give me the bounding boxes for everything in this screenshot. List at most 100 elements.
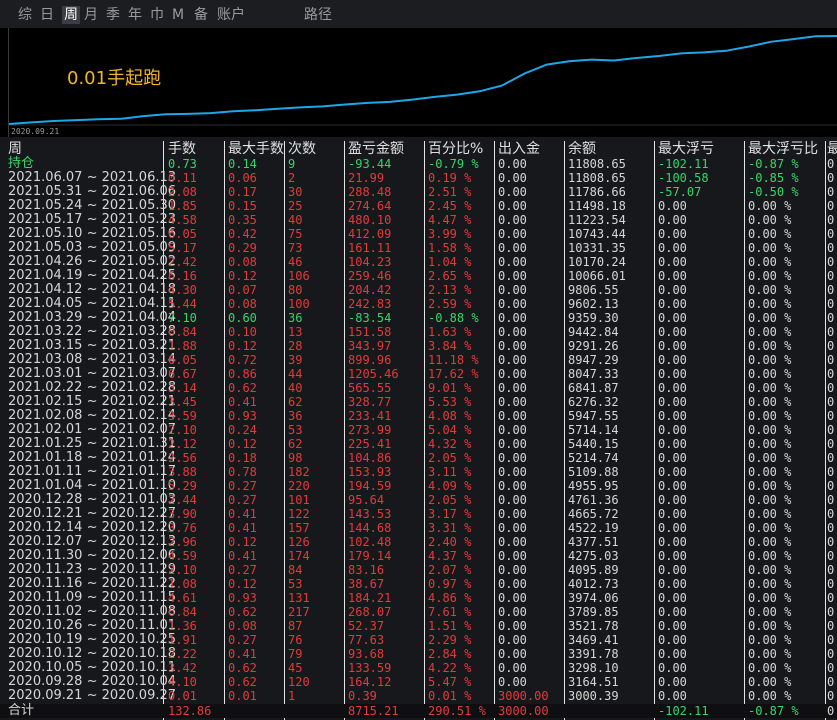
table-row[interactable]: 2021.03.01 ~ 2021.03.07 6.67 0.86 44 1205.46…: [0, 367, 837, 382]
tab-3[interactable]: 月: [84, 6, 98, 24]
column-header[interactable]: 百分比%: [428, 141, 483, 157]
table-row[interactable]: 2020.12.28 ~ 2021.01.03 2.44 0.27 101 95.64 2…: [0, 493, 837, 508]
table-row[interactable]: 2021.02.15 ~ 2021.02.21 3.45 0.41 62 328.77 5…: [0, 395, 837, 410]
table-row[interactable]: 2020.09.21 ~ 2020.09.27 0.01 0.01 1 0.39 0.01…: [0, 689, 837, 704]
tab-0[interactable]: 综: [18, 6, 32, 24]
cell-pct: 2.13 %: [428, 283, 472, 297]
table-row[interactable]: 2021.02.01 ~ 2021.02.07 2.10 0.24 53 273.99 5…: [0, 423, 837, 438]
table-row[interactable]: 2021.02.08 ~ 2021.02.14 3.59 0.93 36 233.41 4…: [0, 409, 837, 424]
table-row[interactable]: 2020.11.09 ~ 2020.11.15 4.61 0.93 131 184.21…: [0, 591, 837, 606]
cell-max-lots: 0.27: [228, 493, 257, 507]
table-row[interactable]: 2020.12.07 ~ 2020.12.13 2.96 0.12 126 102.48…: [0, 534, 837, 550]
cell-io: 0.00: [498, 465, 527, 479]
cell-max-float-loss-pct: 0.00 %: [748, 227, 792, 241]
cell-max-float-loss-pct: 0.00 %: [748, 353, 792, 367]
cell-io: 0.00: [498, 381, 527, 395]
holding-row[interactable]: 持仓 0.73 0.14 9 -93.44 -0.79 % 0.00 11808.65 -102…: [0, 157, 837, 172]
tab-1[interactable]: 日: [40, 6, 54, 24]
cell-balance: 5440.15: [568, 437, 619, 451]
cell-max-lots: 0.01: [228, 689, 257, 703]
tab-2[interactable]: 周: [62, 6, 80, 24]
table-row[interactable]: 2021.04.12 ~ 2021.04.18 4.30 0.07 80 204.42 2…: [0, 283, 837, 298]
table-row[interactable]: 2021.05.17 ~ 2021.05.23 4.58 0.35 40 480.10 4…: [0, 213, 837, 228]
table-row[interactable]: 2021.04.26 ~ 2021.05.02 2.42 0.08 46 104.23 1…: [0, 255, 837, 270]
column-header[interactable]: 出入金: [498, 141, 540, 157]
tab-9[interactable]: 账户: [217, 6, 245, 24]
column-header[interactable]: 最大手数: [228, 141, 284, 157]
cell-max-lots: 0.78: [228, 465, 257, 479]
table-row[interactable]: 2021.06.07 ~ 2021.06.13 0.11 0.06 2 21.99 0.1…: [0, 171, 837, 186]
cell-lots: 3.42: [168, 661, 197, 675]
cell-pct: 5.04 %: [428, 423, 472, 437]
cell-pnl: 153.93: [348, 465, 392, 479]
cell-balance: 4522.19: [568, 521, 619, 535]
table-row[interactable]: 2021.01.18 ~ 2021.01.24 2.56 0.18 98 104.86 2…: [0, 451, 837, 466]
table-row[interactable]: 2021.02.22 ~ 2021.02.28 3.14 0.62 40 565.55 9…: [0, 381, 837, 396]
table-row[interactable]: 2020.11.30 ~ 2020.12.06 4.59 0.41 174 179.14…: [0, 549, 837, 564]
table-row[interactable]: 2021.01.25 ~ 2021.01.31 2.12 0.12 62 225.41 4…: [0, 437, 837, 452]
cell-io: 0.00: [498, 255, 527, 269]
cell-count: 30: [288, 185, 303, 199]
tab-6[interactable]: 巾: [150, 6, 164, 24]
cell-count: 9: [288, 157, 296, 171]
cell-lots: 2.96: [168, 535, 197, 549]
table-row[interactable]: 2020.12.14 ~ 2020.12.20 3.76 0.41 157 144.68…: [0, 521, 837, 536]
cell-max-float-loss-pct: 0.00 %: [748, 241, 792, 255]
column-header[interactable]: 盈亏金额: [348, 141, 404, 157]
table-row[interactable]: 2020.12.21 ~ 2020.12.27 3.90 0.41 122 143.53…: [0, 507, 837, 522]
cell-lots: 1.88: [168, 339, 197, 353]
tab-8[interactable]: 备: [194, 6, 208, 24]
table-row[interactable]: 2021.04.19 ~ 2021.04.25 6.16 0.12 106 259.46…: [0, 269, 837, 284]
table-row[interactable]: 2021.03.29 ~ 2021.04.04 7.10 0.60 36 -83.54 -…: [0, 311, 837, 326]
table-row[interactable]: 2020.09.28 ~ 2020.10.04 4.10 0.62 120 164.12…: [0, 675, 837, 690]
table-row[interactable]: 2020.10.26 ~ 2020.11.01 1.36 0.08 87 52.37 1.…: [0, 619, 837, 634]
tab-5[interactable]: 年: [128, 6, 142, 24]
table-row[interactable]: 2020.10.05 ~ 2020.10.11 3.42 0.62 45 133.59 4…: [0, 661, 837, 676]
tab-7[interactable]: M: [172, 6, 184, 24]
tab-4[interactable]: 季: [106, 6, 120, 24]
cell-io: 0.00: [498, 661, 527, 675]
cell-pnl: 565.55: [348, 381, 392, 395]
column-header[interactable]: 手数: [168, 141, 196, 157]
cell-count: 126: [288, 535, 310, 549]
cell-max-lots: 0.72: [228, 353, 257, 367]
cell-io: 0.00: [498, 325, 527, 339]
table-row[interactable]: 2021.05.24 ~ 2021.05.30 1.85 0.15 25 274.64 2…: [0, 199, 837, 214]
column-header[interactable]: 周: [8, 141, 22, 157]
cell-period: 2020.12.07 ~ 2020.12.13: [8, 534, 177, 549]
column-header[interactable]: 最: [827, 141, 837, 157]
table-row[interactable]: 2021.01.04 ~ 2021.01.10 5.29 0.27 220 194.59…: [0, 479, 837, 494]
cell-balance: 11498.18: [568, 199, 626, 213]
cell-pnl: 95.64: [348, 493, 385, 507]
table-row[interactable]: 2021.05.31 ~ 2021.06.06 2.08 0.17 30 288.48 2…: [0, 185, 837, 200]
table-row[interactable]: 2021.03.08 ~ 2021.03.14 6.05 0.72 39 899.96 1…: [0, 353, 837, 368]
total-row[interactable]: 合计 132.86 8715.21 290.51 % 3000.00 -102.11 -0.…: [0, 704, 837, 718]
table-row[interactable]: 2021.03.15 ~ 2021.03.21 1.88 0.12 28 343.97 3…: [0, 339, 837, 354]
cell-max-float-loss: 0.00: [658, 325, 687, 339]
column-header[interactable]: 余额: [568, 141, 596, 157]
tab-10[interactable]: 路径: [304, 6, 332, 24]
table-row[interactable]: 2021.01.11 ~ 2021.01.17 3.88 0.78 182 153.93…: [0, 464, 837, 480]
cell-pnl: 52.37: [348, 619, 385, 633]
column-header[interactable]: 最大浮亏比: [748, 141, 818, 157]
cell-io: 0.00: [498, 521, 527, 535]
table-row[interactable]: 2020.11.16 ~ 2020.11.22 1.08 0.12 53 38.67 0.…: [0, 577, 837, 592]
table-row[interactable]: 2020.10.12 ~ 2020.10.18 2.22 0.41 79 93.68 2.…: [0, 647, 837, 662]
cell-io: 0.00: [498, 479, 527, 493]
table-row[interactable]: 2021.05.10 ~ 2021.05.16 6.05 0.42 75 412.09 3…: [0, 227, 837, 242]
column-header[interactable]: 最大浮亏: [658, 141, 714, 157]
table-row[interactable]: 2020.11.02 ~ 2020.11.08 6.84 0.62 217 268.07…: [0, 605, 837, 620]
column-header[interactable]: 次数: [288, 141, 316, 157]
table-row[interactable]: 2020.10.19 ~ 2020.10.25 1.91 0.27 76 77.63 2.…: [0, 633, 837, 648]
table-row[interactable]: 2021.04.05 ~ 2021.04.11 5.44 0.08 100 242.83…: [0, 297, 837, 312]
cell-max-float-loss-pct: 0.00 %: [748, 605, 792, 619]
table-row[interactable]: 2021.05.03 ~ 2021.05.09 5.17 0.29 73 161.11 1…: [0, 241, 837, 256]
cell-pnl: 233.41: [348, 409, 392, 423]
cell-io: 0.00: [498, 185, 527, 199]
table-row[interactable]: 2020.11.23 ~ 2020.11.29 2.10 0.27 84 83.16 2.…: [0, 563, 837, 578]
table-row[interactable]: 2021.03.22 ~ 2021.03.28 0.84 0.10 13 151.58 1…: [0, 325, 837, 340]
cell-period: 2021.01.11 ~ 2021.01.17: [8, 464, 177, 479]
cell-balance: 3789.85: [568, 605, 619, 619]
cell-max-lots: 0.12: [228, 269, 257, 283]
cell-io: 0.00: [498, 619, 527, 633]
